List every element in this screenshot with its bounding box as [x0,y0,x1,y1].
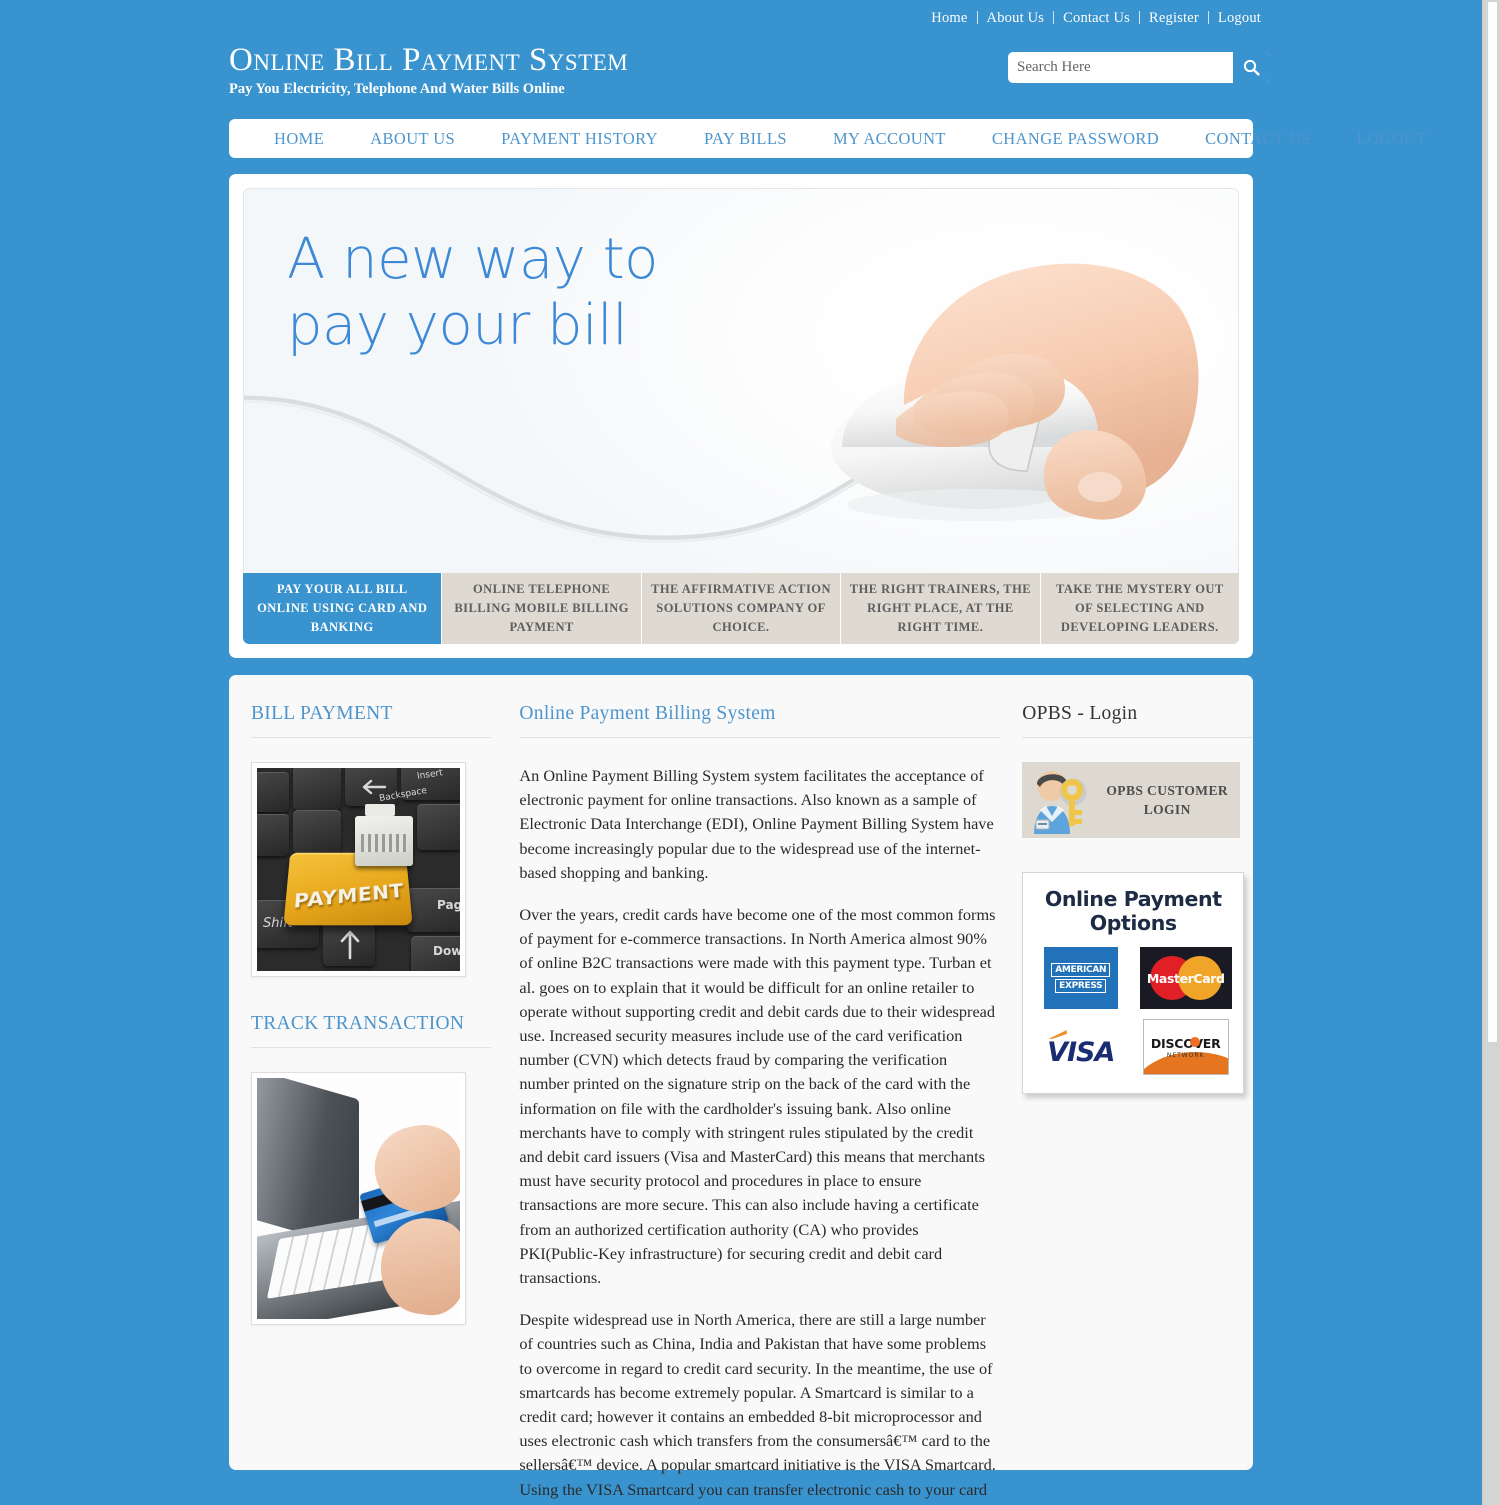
main-article: Online Payment Billing System An Online … [519,703,1001,1505]
nav-item-contact-us[interactable]: CONTACT US [1182,129,1334,149]
track-transaction-thumbnail[interactable] [251,1072,466,1325]
main-navigation: HOME ABOUT US PAYMENT HISTORY PAY BILLS … [229,119,1426,158]
top-link-home[interactable]: Home [922,10,976,26]
opbs-customer-login-button[interactable]: OPBS CUSTOMER LOGIN [1022,762,1241,838]
discover-dot-icon [1189,1037,1200,1047]
site-tagline: Pay You Electricity, Telephone And Water… [229,81,565,97]
visa-logo: VISA [1040,1026,1122,1068]
search-input[interactable] [1008,52,1233,83]
article-heading: Online Payment Billing System [519,703,1001,738]
top-link-register[interactable]: Register [1140,10,1208,26]
page-root: Home About Us Contact Us Register Logout Onl… [0,0,1482,1505]
content-panel: BILL PAYMENT Insert Backspace Shift Pag … [229,675,1253,1505]
banner-headline-line1: A new way to [287,227,658,292]
payment-options-image: Online Payment Options AMERICAN EXPRESS … [1022,872,1245,1094]
banner-caption-bar: PAY YOUR ALL BILL ONLINE USING CARD AND … [243,573,1239,644]
payment-options-title-line1: Online Payment [1044,887,1222,911]
amex-logo-line1: AMERICAN [1051,963,1111,977]
banner-stage: A new way to pay your bill PAY YOUR ALL … [243,188,1239,644]
page-scrollbar-thumb[interactable] [1488,2,1497,1042]
bill-payment-heading: BILL PAYMENT [251,703,492,738]
top-link-logout[interactable]: Logout [1209,10,1270,26]
bill-payment-thumbnail[interactable]: Insert Backspace Shift Pag Dow PAYMENT [251,762,466,977]
top-link-about-us[interactable]: About Us [978,10,1054,26]
banner-caption-5[interactable]: TAKE THE MYSTERY OUT OF SELECTING AND DE… [1040,573,1239,644]
banner-hero-image: A new way to pay your bill [243,188,1239,573]
payment-keyboard-image: Insert Backspace Shift Pag Dow PAYMENT [257,768,460,971]
banner-caption-3[interactable]: THE AFFIRMATIVE ACTION SOLUTIONS COMPANY… [641,573,842,644]
nav-item-about-us[interactable]: ABOUT US [347,129,478,149]
right-sidebar: OPBS - Login OPBS CUSTOMER LOGIN Online … [1022,703,1253,1470]
laptop-card-image [257,1078,460,1319]
banner-caption-2[interactable]: ONLINE TELEPHONE BILLING MOBILE BILLING … [442,573,642,644]
user-with-key-icon [1022,764,1094,836]
opbs-login-label: OPBS CUSTOMER LOGIN [1106,783,1229,817]
nav-item-logout[interactable]: LOGOUT [1334,129,1450,149]
backspace-arrow-icon [362,779,387,795]
cash-register-icon [355,804,413,866]
nav-item-pay-bills[interactable]: PAY BILLS [681,129,810,149]
article-paragraph-1: An Online Payment Billing System system … [519,766,994,882]
search-button[interactable] [1233,52,1270,83]
search-icon [1243,59,1260,76]
payment-options-title: Online Payment Options [1031,887,1235,935]
hand-on-mouse-graphic [831,263,1199,521]
payment-options-title-line2: Options [1089,911,1177,935]
banner-caption-1[interactable]: PAY YOUR ALL BILL ONLINE USING CARD AND … [243,573,443,644]
top-utility-links: Home About Us Contact Us Register Logout [922,10,1270,27]
card-logo-grid: AMERICAN EXPRESS MasterCard VISA DISCOVE… [1031,947,1235,1075]
article-paragraph-3: Despite widespread use in North America,… [519,1310,996,1505]
opbs-login-heading: OPBS - Login [1022,703,1253,738]
top-link-contact-us[interactable]: Contact Us [1054,10,1139,26]
article-paragraph-2: Over the years, credit cards have become… [519,905,996,1288]
nav-item-my-account[interactable]: MY ACCOUNT [810,129,969,149]
nav-item-change-password[interactable]: CHANGE PASSWORD [969,129,1182,149]
mastercard-logo-text: MasterCard [1146,970,1225,986]
mastercard-logo: MasterCard [1139,947,1232,1009]
banner-caption-4[interactable]: THE RIGHT TRAINERS, THE RIGHT PLACE, AT … [841,573,1041,644]
site-title: Online Bill Payment System [229,42,629,78]
track-transaction-heading: TRACK TRANSACTION [251,1013,492,1048]
payment-key-label: PAYMENT [292,879,405,913]
discover-network-text: NETWORK [1166,1051,1205,1059]
discover-logo: DISCOVER NETWORK [1142,1019,1229,1075]
left-sidebar: BILL PAYMENT Insert Backspace Shift Pag … [251,703,492,1470]
nav-item-home[interactable]: HOME [251,129,347,149]
up-arrow-icon [340,930,360,960]
keyboard-key-down: Dow [433,944,460,958]
banner-panel: A new way to pay your bill PAY YOUR ALL … [229,174,1253,658]
amex-logo: AMERICAN EXPRESS [1043,947,1118,1009]
site-branding[interactable]: Online Bill Payment System Pay You Elect… [229,42,628,98]
visa-logo-text: VISA [1047,1037,1115,1068]
keyboard-key-page: Pag [437,898,460,912]
page-scrollbar[interactable] [1482,0,1500,1505]
nav-item-payment-history[interactable]: PAYMENT HISTORY [478,129,681,149]
amex-logo-line2: EXPRESS [1055,979,1107,993]
search-box[interactable] [1008,52,1270,83]
discover-logo-text: DISCOVER [1150,1035,1221,1051]
